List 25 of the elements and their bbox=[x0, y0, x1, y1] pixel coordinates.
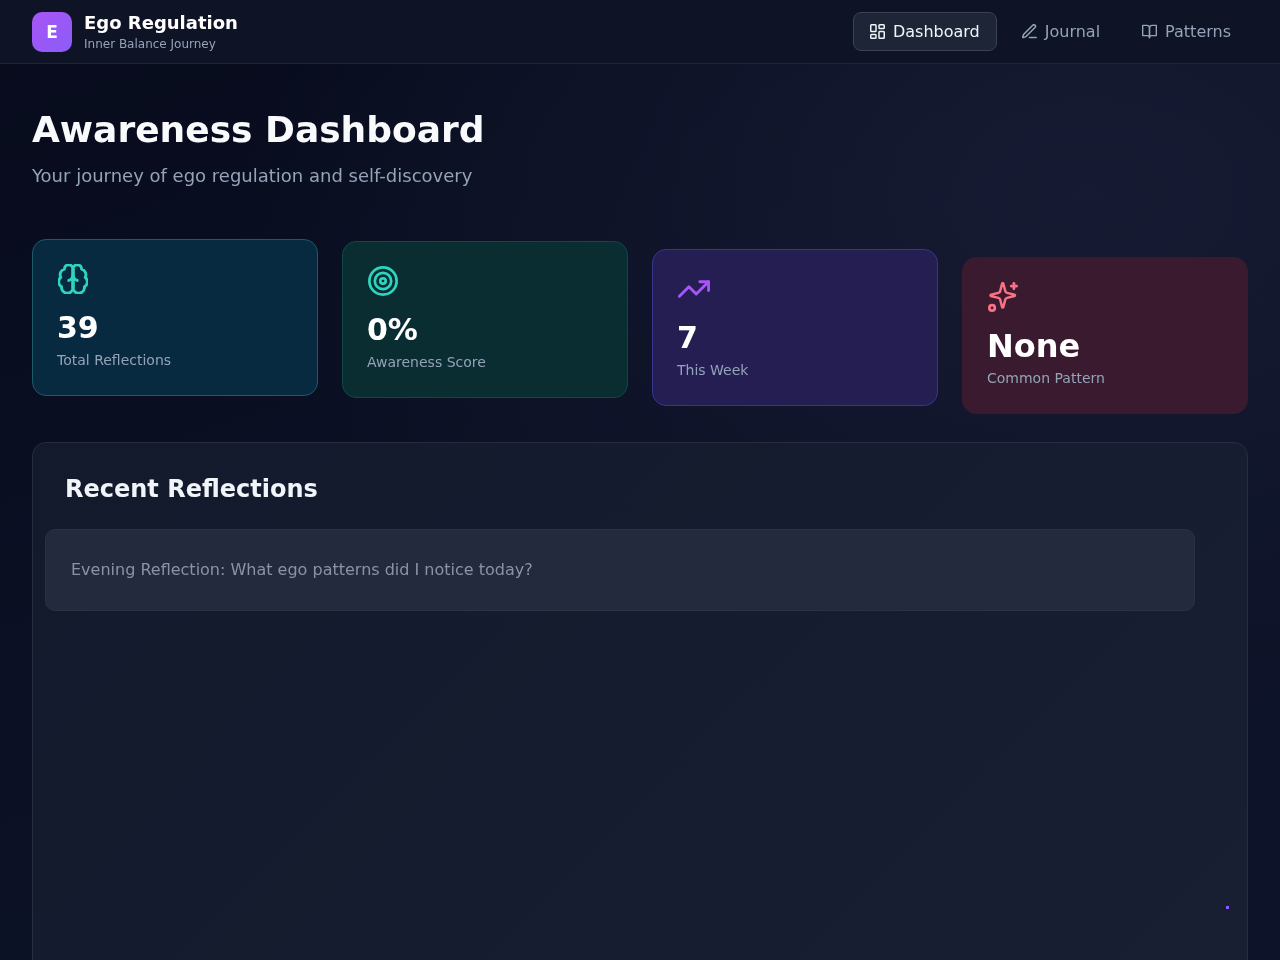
stat-label: This Week bbox=[677, 361, 750, 380]
stat-value: 0% bbox=[367, 312, 419, 348]
app-subtitle: Inner Balance Journey bbox=[84, 35, 217, 52]
stat-value: None bbox=[987, 328, 1082, 364]
stat-label: Total Reflections bbox=[57, 351, 173, 370]
panel-title: Recent Reflections bbox=[65, 474, 319, 505]
page-title: Awareness Dashboard bbox=[32, 108, 486, 152]
sparkles-icon bbox=[988, 282, 1018, 312]
target-icon bbox=[368, 266, 398, 296]
brain-icon bbox=[58, 264, 88, 294]
nav-tab[interactable]: Patterns bbox=[1125, 12, 1248, 51]
nav-tab[interactable]: Dashboard bbox=[852, 12, 997, 51]
stat-label: Common Pattern bbox=[987, 369, 1106, 388]
dashboard-icon bbox=[869, 24, 885, 39]
stat-label: Awareness Score bbox=[367, 353, 487, 372]
book-icon bbox=[1142, 24, 1158, 39]
trending-up-icon bbox=[678, 280, 710, 298]
reflection-item[interactable]: Evening Reflection: What ego patterns did I notice today? bbox=[45, 529, 1195, 611]
nav-tab[interactable]: Journal bbox=[1004, 12, 1118, 51]
page-subtitle: Your journey of ego regulation and self-discovery bbox=[32, 164, 474, 188]
pen-icon bbox=[1021, 24, 1037, 39]
app-title: Ego Regulation bbox=[84, 11, 238, 34]
logo-tile: E bbox=[32, 11, 72, 52]
stat-value: 7 bbox=[677, 320, 699, 356]
stat-value: 39 bbox=[57, 310, 100, 346]
